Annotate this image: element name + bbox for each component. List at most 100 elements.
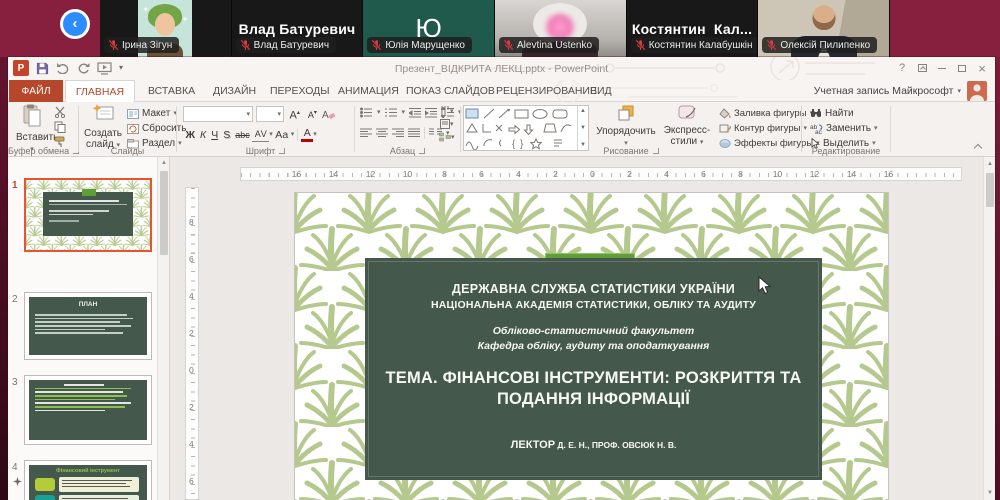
editing-group-label: Редактирование <box>802 146 890 156</box>
replace-button[interactable]: abacЗаменить▾ <box>810 121 877 136</box>
scroll-down-icon[interactable]: ▼ <box>984 487 995 499</box>
thumbnail-scrollbar-thumb[interactable] <box>160 171 168 255</box>
participant-tile-yuliia[interactable]: Ю Юлія Марущенко <box>363 0 495 57</box>
thumbnail-scroll-up-icon[interactable]: ▲ <box>158 157 170 169</box>
slide-org-line1[interactable]: ДЕРЖАВНА СЛУЖБА СТАТИСТИКИ УКРАЇНИ <box>365 282 822 296</box>
qat-customize-icon[interactable]: ▾ <box>119 64 123 72</box>
back-button[interactable]: ‹ <box>60 9 90 39</box>
tab-file[interactable]: ФАЙЛ <box>9 80 63 102</box>
tab-home[interactable]: ГЛАВНАЯ <box>65 80 135 102</box>
slide-faculty[interactable]: Обліково-статистичний факультет <box>365 325 822 337</box>
quick-styles-button[interactable]: Экспресс-стили ▾ <box>659 104 715 148</box>
shapes-gallery[interactable]: { } ▲▼▼ <box>463 105 589 151</box>
align-text-button[interactable]: ▾ <box>440 119 454 129</box>
participant-name-badge: Влад Батуревич <box>236 37 336 53</box>
cut-icon[interactable] <box>54 106 66 118</box>
collapse-ribbon-button[interactable] <box>974 144 983 150</box>
shapes-gallery-scroll[interactable]: ▲▼▼ <box>577 106 588 150</box>
slide-lecturer[interactable]: ЛЕКТОР Д. Е. Н., ПРОФ. ОВСЮК Н. В. <box>365 435 822 453</box>
participant-tile-iryna[interactable]: ✦✦ Ірина Зігун <box>100 0 232 57</box>
paragraph-group: ▾ ▾ ▾ ▾ ▾ ▾ ▾ Абзац <box>355 102 460 157</box>
thumbnail-scrollbar[interactable]: ▲ <box>157 157 169 500</box>
tab-view[interactable]: ВИД <box>580 80 622 102</box>
arrange-button[interactable]: Упорядочить▾ <box>595 104 657 149</box>
participant-tile-kostiantyn[interactable]: Костянтин Кал... Костянтин Калабушкін <box>627 0 759 57</box>
thumb4-lime-box <box>35 478 55 491</box>
v-ruler[interactable]: 86420246 <box>185 187 199 500</box>
slide-thumbnail-1[interactable] <box>24 178 152 252</box>
find-icon <box>810 108 822 119</box>
slide-thumbnail-4[interactable]: Фінансовий інструмент <box>24 460 152 500</box>
clipboard-group-label: Буфер обмена <box>8 146 78 156</box>
numbering-icon[interactable] <box>385 107 398 118</box>
powerpoint-logo-icon[interactable]: P <box>13 60 29 76</box>
minimize-button[interactable] <box>932 59 952 77</box>
decrease-indent-icon[interactable] <box>409 107 421 118</box>
bold-button[interactable]: Ж <box>183 128 198 142</box>
decrease-font-button[interactable]: А▾ <box>305 106 319 122</box>
justify-icon[interactable] <box>408 128 420 139</box>
font-dialog-launcher[interactable] <box>279 148 285 154</box>
scroll-up-icon[interactable]: ▲ <box>984 158 995 170</box>
slide-thumbnail-3[interactable] <box>24 375 152 445</box>
tab-insert[interactable]: ВСТАВКА <box>138 80 205 102</box>
font-name-combo[interactable]: ▾ <box>183 106 253 122</box>
ribbon-display-options-button[interactable] <box>912 59 932 77</box>
participant-tile-alevtina[interactable]: Alevtina Ustenko <box>495 0 627 57</box>
copy-icon[interactable] <box>54 121 66 133</box>
participant-tile-oleksii[interactable]: Олексій Пилипенко <box>758 0 890 57</box>
slide-topic-title[interactable]: ТЕМА. ФІНАНСОВІ ІНСТРУМЕНТИ: РОЗКРИТТЯ Т… <box>369 368 819 409</box>
drawing-dialog-launcher[interactable] <box>653 148 659 154</box>
increase-indent-icon[interactable] <box>425 107 437 118</box>
close-button[interactable]: × <box>972 59 992 77</box>
slide-department[interactable]: Кафедра обліку, аудиту та оподаткування <box>365 340 822 352</box>
bullets-icon[interactable] <box>360 107 373 118</box>
undo-icon[interactable] <box>56 62 70 74</box>
main-scrollbar-thumb[interactable] <box>986 173 994 207</box>
window-titlebar: P ▾ Презент_ВІДКРИТА ЛЕКЦ.pptx - PowerPo… <box>8 57 995 80</box>
participant-name-badge: Костянтин Калабушкін <box>631 37 759 53</box>
account-button[interactable]: Учетная запись Майкрософт ▾ <box>814 80 961 102</box>
participant-tile-vlad[interactable]: Влад Батуревич Влад Батуревич <box>232 0 364 57</box>
restore-button[interactable] <box>952 59 972 77</box>
clear-formatting-icon[interactable]: А <box>322 108 335 120</box>
find-button[interactable]: Найти <box>810 106 877 121</box>
convert-to-smartart-button[interactable]: ▾ <box>439 132 455 142</box>
main-scrollbar[interactable]: ▲ ▼ <box>983 157 995 500</box>
h-ruler[interactable]: 1614121086420246810121416 <box>240 167 962 181</box>
account-label: Учетная запись Майкрософт <box>814 85 954 97</box>
text-shadow-button[interactable]: S <box>221 128 233 142</box>
underline-button[interactable]: Ч <box>209 128 221 142</box>
start-slideshow-icon[interactable] <box>97 62 112 75</box>
drawing-group-label: Рисование <box>461 146 801 156</box>
slide-thumbnail-2[interactable]: ПЛАН <box>24 292 152 360</box>
new-slide-button[interactable]: Создатьслайд ▾ <box>83 104 123 151</box>
change-case-button[interactable]: Аа <box>273 128 291 142</box>
save-icon[interactable] <box>36 62 49 75</box>
slide-org-line2[interactable]: НАЦІОНАЛЬНА АКАДЕМІЯ СТАТИСТИКИ, ОБЛІКУ … <box>365 299 822 311</box>
character-spacing-button[interactable]: АV <box>252 127 269 142</box>
slide-title-box[interactable]: ДЕРЖАВНА СЛУЖБА СТАТИСТИКИ УКРАЇНИ НАЦІО… <box>365 258 822 480</box>
italic-button[interactable]: К <box>198 128 209 142</box>
svg-text:ac: ac <box>815 129 823 134</box>
mic-muted-icon <box>371 39 382 51</box>
font-group: ▾ ▾ А▴ А▾ А Ж К Ч S abc АV▾ Аа▾ А▾ Шрифт <box>177 102 354 157</box>
tab-design[interactable]: ДИЗАЙН <box>203 80 266 102</box>
increase-font-button[interactable]: А▴ <box>287 106 302 123</box>
help-button[interactable]: ? <box>892 59 912 77</box>
font-color-button[interactable]: А <box>301 128 313 142</box>
reset-icon <box>127 124 139 134</box>
v-ruler-ticks <box>191 188 195 499</box>
redo-icon[interactable] <box>77 62 90 74</box>
strikethrough-button[interactable]: abc <box>233 128 253 142</box>
slide-number-1: 1 <box>12 180 18 191</box>
shape-outline-icon <box>719 123 731 134</box>
slide[interactable]: ДЕРЖАВНА СЛУЖБА СТАТИСТИКИ УКРАЇНИ НАЦІО… <box>295 193 888 500</box>
paragraph-dialog-launcher[interactable] <box>419 148 425 154</box>
account-avatar[interactable] <box>967 81 987 101</box>
text-direction-button[interactable]: ▾ <box>440 106 454 116</box>
align-left-icon[interactable] <box>360 128 372 139</box>
align-center-icon[interactable] <box>376 128 388 139</box>
align-right-icon[interactable] <box>392 128 404 139</box>
font-size-combo[interactable]: ▾ <box>256 106 284 122</box>
